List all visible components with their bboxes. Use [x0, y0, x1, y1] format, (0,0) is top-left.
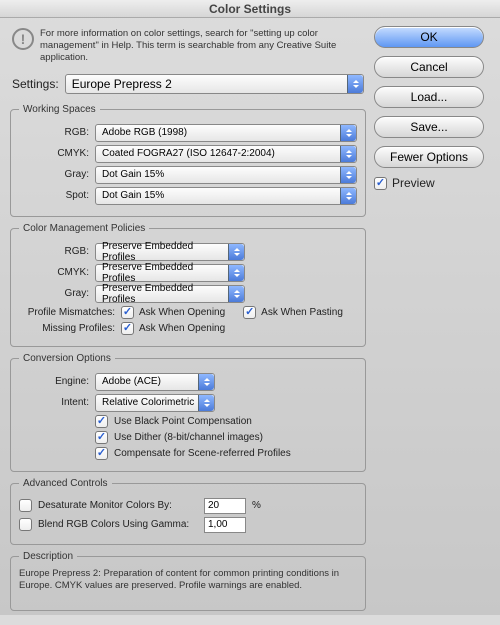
cancel-button[interactable]: Cancel [374, 56, 484, 78]
scene-checkbox[interactable] [95, 447, 108, 460]
blend-checkbox[interactable] [19, 518, 32, 531]
pol-gray-dropdown[interactable]: Preserve Embedded Profiles [95, 285, 245, 303]
blend-input[interactable] [204, 517, 246, 533]
save-button[interactable]: Save... [374, 116, 484, 138]
ws-gray-dropdown[interactable]: Dot Gain 15% [95, 166, 357, 184]
pol-gray-label: Gray: [19, 288, 89, 299]
ok-button[interactable]: OK [374, 26, 484, 48]
chevron-updown-icon [228, 286, 244, 302]
dither-checkbox[interactable] [95, 431, 108, 444]
mismatch-open-checkbox[interactable] [121, 306, 134, 319]
missing-open-checkbox[interactable] [121, 322, 134, 335]
ws-rgb-label: RGB: [19, 127, 89, 138]
ws-gray-label: Gray: [19, 169, 89, 180]
intent-label: Intent: [19, 397, 89, 408]
description-text: Europe Prepress 2: Preparation of conten… [19, 568, 357, 602]
mismatch-paste-checkbox[interactable] [243, 306, 256, 319]
pol-rgb-dropdown[interactable]: Preserve Embedded Profiles [95, 243, 245, 261]
mismatch-paste-label: Ask When Pasting [261, 307, 343, 318]
chevron-updown-icon [228, 265, 244, 281]
ws-spot-value: Dot Gain 15% [102, 190, 164, 201]
chevron-updown-icon [198, 395, 214, 411]
working-spaces-legend: Working Spaces [19, 104, 100, 115]
blackpoint-checkbox[interactable] [95, 415, 108, 428]
info-text: For more information on color settings, … [40, 28, 364, 64]
ws-gray-value: Dot Gain 15% [102, 169, 164, 180]
desat-pct: % [252, 500, 261, 511]
chevron-updown-icon [340, 167, 356, 183]
settings-dropdown[interactable]: Europe Prepress 2 [65, 74, 364, 94]
ws-cmyk-value: Coated FOGRA27 (ISO 12647-2:2004) [102, 148, 275, 159]
scene-label: Compensate for Scene-referred Profiles [114, 448, 291, 459]
mismatch-label: Profile Mismatches: [19, 307, 115, 318]
chevron-updown-icon [228, 244, 244, 260]
intent-dropdown[interactable]: Relative Colorimetric [95, 394, 215, 412]
conversion-group: Conversion Options Engine: Adobe (ACE) I… [10, 353, 366, 472]
load-button[interactable]: Load... [374, 86, 484, 108]
ws-spot-dropdown[interactable]: Dot Gain 15% [95, 187, 357, 205]
engine-dropdown[interactable]: Adobe (ACE) [95, 373, 215, 391]
blend-label: Blend RGB Colors Using Gamma: [38, 519, 198, 530]
chevron-updown-icon [198, 374, 214, 390]
dialog-title: Color Settings [0, 0, 500, 18]
pol-gray-value: Preserve Embedded Profiles [102, 283, 226, 305]
conversion-legend: Conversion Options [19, 353, 115, 364]
ws-cmyk-label: CMYK: [19, 148, 89, 159]
desat-label: Desaturate Monitor Colors By: [38, 500, 198, 511]
working-spaces-group: Working Spaces RGB: Adobe RGB (1998) CMY… [10, 104, 366, 217]
engine-value: Adobe (ACE) [102, 376, 161, 387]
blackpoint-label: Use Black Point Compensation [114, 416, 252, 427]
info-icon: ! [12, 28, 34, 50]
desat-input[interactable] [204, 498, 246, 514]
description-group: Description Europe Prepress 2: Preparati… [10, 551, 366, 611]
chevron-updown-icon [340, 125, 356, 141]
description-legend: Description [19, 551, 77, 562]
settings-value: Europe Prepress 2 [72, 77, 172, 91]
engine-label: Engine: [19, 376, 89, 387]
mismatch-open-label: Ask When Opening [139, 307, 225, 318]
preview-label: Preview [392, 176, 435, 190]
ws-rgb-dropdown[interactable]: Adobe RGB (1998) [95, 124, 357, 142]
fewer-options-button[interactable]: Fewer Options [374, 146, 484, 168]
ws-cmyk-dropdown[interactable]: Coated FOGRA27 (ISO 12647-2:2004) [95, 145, 357, 163]
chevron-updown-icon [340, 188, 356, 204]
desat-checkbox[interactable] [19, 499, 32, 512]
ws-spot-label: Spot: [19, 190, 89, 201]
chevron-updown-icon [340, 146, 356, 162]
pol-cmyk-label: CMYK: [19, 267, 89, 278]
advanced-group: Advanced Controls Desaturate Monitor Col… [10, 478, 366, 545]
preview-checkbox[interactable] [374, 177, 387, 190]
advanced-legend: Advanced Controls [19, 478, 112, 489]
policies-group: Color Management Policies RGB: Preserve … [10, 223, 366, 347]
settings-label: Settings: [12, 77, 59, 91]
pol-rgb-label: RGB: [19, 246, 89, 257]
missing-open-label: Ask When Opening [139, 323, 225, 334]
dither-label: Use Dither (8-bit/channel images) [114, 432, 263, 443]
missing-label: Missing Profiles: [19, 323, 115, 334]
pol-cmyk-dropdown[interactable]: Preserve Embedded Profiles [95, 264, 245, 282]
policies-legend: Color Management Policies [19, 223, 149, 234]
intent-value: Relative Colorimetric [102, 397, 194, 408]
chevron-updown-icon [347, 75, 363, 93]
ws-rgb-value: Adobe RGB (1998) [102, 127, 187, 138]
pol-cmyk-value: Preserve Embedded Profiles [102, 262, 226, 284]
pol-rgb-value: Preserve Embedded Profiles [102, 241, 226, 263]
